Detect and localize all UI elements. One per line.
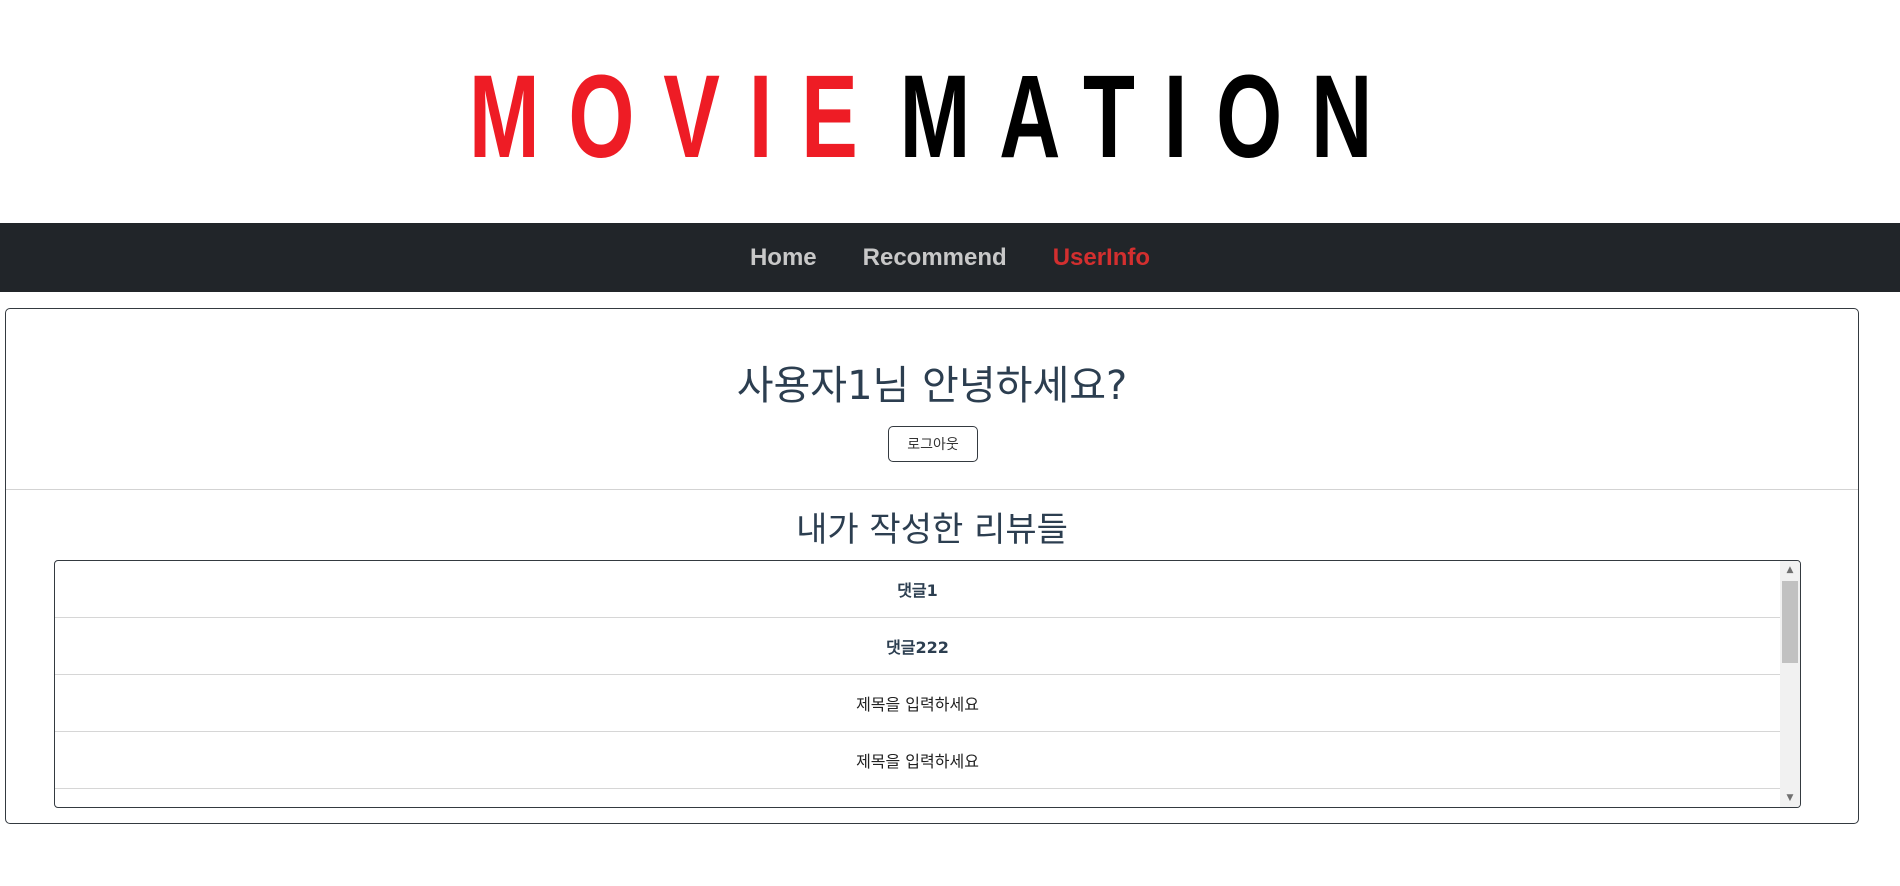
site-header: MOVIE MATION bbox=[0, 0, 1900, 223]
review-list[interactable]: 댓글1 댓글222 제목을 입력하세요 제목을 입력하세요 ▲ ▼ bbox=[54, 560, 1801, 808]
nav-userinfo-link[interactable]: UserInfo bbox=[1053, 244, 1150, 272]
nav-recommend-link[interactable]: Recommend bbox=[863, 244, 1007, 272]
logout-button[interactable]: 로그아웃 bbox=[888, 426, 978, 462]
main-navbar: Home Recommend UserInfo bbox=[0, 223, 1900, 292]
greeting-heading: 사용자1님 안녕하세요? bbox=[736, 363, 1128, 409]
logo-word-mation: MATION bbox=[899, 51, 1402, 183]
review-item[interactable]: 제목을 입력하세요 bbox=[55, 675, 1780, 732]
review-item[interactable]: 제목을 입력하세요 bbox=[55, 732, 1780, 789]
scroll-up-arrow-icon[interactable]: ▲ bbox=[1780, 561, 1800, 579]
review-item[interactable]: 댓글1 bbox=[55, 561, 1780, 618]
user-info-card: 사용자1님 안녕하세요? 로그아웃 내가 작성한 리뷰들 댓글1 댓글222 제… bbox=[5, 308, 1859, 824]
my-reviews-heading: 내가 작성한 리뷰들 bbox=[796, 510, 1068, 550]
site-logo[interactable]: MOVIE MATION bbox=[262, 58, 1608, 176]
scroll-down-arrow-icon[interactable]: ▼ bbox=[1780, 789, 1800, 807]
nav-home-link[interactable]: Home bbox=[750, 244, 817, 272]
review-list-scrollbar[interactable]: ▲ ▼ bbox=[1780, 561, 1800, 807]
scroll-thumb[interactable] bbox=[1782, 581, 1798, 663]
greeting-section: 사용자1님 안녕하세요? 로그아웃 bbox=[6, 309, 1858, 490]
logo-word-movie: MOVIE bbox=[468, 51, 887, 183]
review-items: 댓글1 댓글222 제목을 입력하세요 제목을 입력하세요 bbox=[55, 561, 1780, 789]
review-item[interactable]: 댓글222 bbox=[55, 618, 1780, 675]
